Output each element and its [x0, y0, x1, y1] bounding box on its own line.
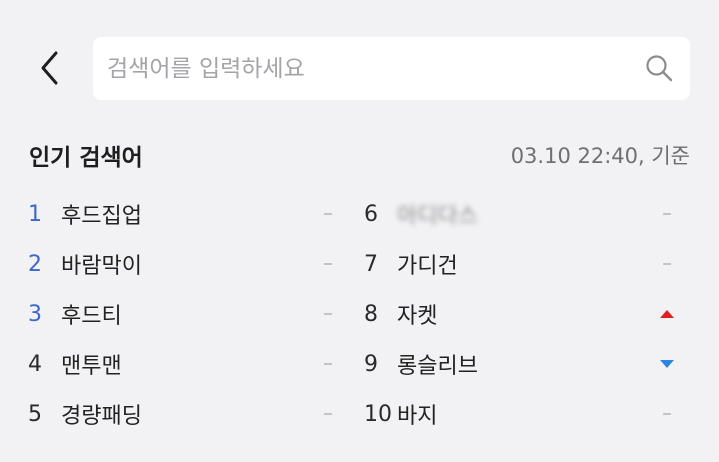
trend-up-icon	[660, 310, 674, 318]
trend-indicator	[318, 339, 338, 389]
ranking-item-4[interactable]: 4 맨투맨	[28, 339, 338, 389]
ranking-item-6[interactable]: 6 아디다스	[364, 189, 677, 239]
rank-term: 바지	[397, 404, 438, 429]
rank-number: 8	[364, 301, 378, 327]
trend-indicator	[318, 189, 338, 239]
magnifier-icon	[646, 55, 673, 82]
trend-flat-icon	[324, 213, 332, 215]
rank-term: 후드집업	[61, 204, 142, 229]
rank-number: 5	[28, 401, 42, 427]
rank-number: 1	[28, 201, 42, 227]
rank-number: 4	[28, 351, 42, 377]
search-input[interactable]	[107, 37, 627, 100]
trend-indicator	[657, 239, 677, 289]
trend-indicator	[657, 289, 677, 339]
ranking-list-left: 1 후드집업 2 바람막이 3 후드티 4 맨투맨 5 경량패딩	[28, 189, 338, 439]
trend-flat-icon	[663, 263, 671, 265]
rank-term: 가디건	[397, 254, 458, 279]
rank-number: 7	[364, 251, 378, 277]
search-box	[93, 37, 690, 100]
popular-timestamp: 03.10 22:40, 기준	[510, 144, 690, 168]
ranking-item-9[interactable]: 9 롱슬리브	[364, 339, 677, 389]
ranking-item-2[interactable]: 2 바람막이	[28, 239, 338, 289]
ranking-item-7[interactable]: 7 가디건	[364, 239, 677, 289]
ranking-item-5[interactable]: 5 경량패딩	[28, 389, 338, 439]
rank-number: 2	[28, 251, 42, 277]
search-button[interactable]	[642, 51, 676, 85]
back-button[interactable]	[30, 44, 70, 92]
trend-indicator	[657, 189, 677, 239]
trend-flat-icon	[324, 263, 332, 265]
popular-header: 인기 검색어 03.10 22:40, 기준	[29, 136, 690, 176]
trend-flat-icon	[663, 213, 671, 215]
ranking-item-3[interactable]: 3 후드티	[28, 289, 338, 339]
rank-term: 자켓	[397, 304, 438, 329]
ranking-item-10[interactable]: 10 바지	[364, 389, 677, 439]
rank-number: 3	[28, 301, 42, 327]
rank-term: 바람막이	[61, 254, 142, 279]
rank-number: 10	[364, 401, 392, 427]
ranking-item-1[interactable]: 1 후드집업	[28, 189, 338, 239]
trend-flat-icon	[324, 413, 332, 415]
rank-term: 아디다스	[397, 204, 478, 229]
rank-term: 맨투맨	[61, 354, 122, 379]
ranking-item-8[interactable]: 8 자켓	[364, 289, 677, 339]
ranking-list-right: 6 아디다스 7 가디건 8 자켓 9 롱슬리브 10 바지	[364, 189, 677, 439]
chevron-left-icon	[41, 51, 58, 85]
rank-term: 후드티	[61, 304, 122, 329]
trend-indicator	[318, 289, 338, 339]
trend-down-icon	[660, 360, 674, 368]
trend-flat-icon	[663, 413, 671, 415]
rank-term: 경량패딩	[61, 404, 142, 429]
popular-title: 인기 검색어	[29, 145, 143, 171]
trend-flat-icon	[324, 363, 332, 365]
trend-flat-icon	[324, 313, 332, 315]
rank-number: 9	[364, 351, 378, 377]
trend-indicator	[318, 239, 338, 289]
trend-indicator	[318, 389, 338, 439]
top-bar	[0, 0, 719, 120]
rank-number: 6	[364, 201, 378, 227]
trend-indicator	[657, 389, 677, 439]
rank-term: 롱슬리브	[397, 354, 478, 379]
trend-indicator	[657, 339, 677, 389]
